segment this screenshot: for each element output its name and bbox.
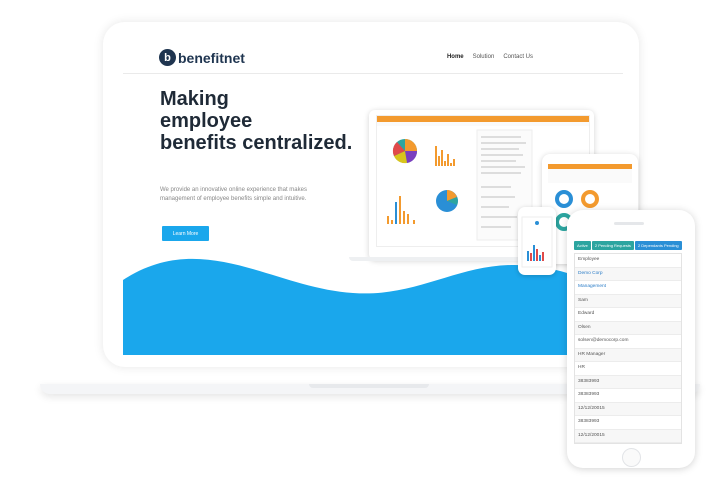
list-item: Sam (575, 294, 681, 308)
employee-detail-list: Employee Demo Corp Management Sam Edward… (574, 253, 682, 444)
list-item: Employee (575, 254, 681, 268)
list-item: Edward (575, 308, 681, 322)
hero-title-line: benefits centralized. (160, 132, 353, 154)
phone-tabs: Active 2 Pending Requests 2 Dependants P… (574, 241, 682, 250)
tab-active[interactable]: Active (574, 241, 591, 250)
list-item[interactable]: Demo Corp (575, 267, 681, 281)
main-nav: Home Solution Contact Us (447, 54, 533, 60)
hero-title-line: Making (160, 88, 229, 110)
list-item: solsen@democorp.com (575, 335, 681, 349)
hero-description: We provide an innovative online experien… (160, 187, 307, 202)
list-item: HR (575, 362, 681, 376)
list-item: 38383993 (575, 389, 681, 403)
nav-solution[interactable]: Solution (473, 54, 495, 60)
laptop-notch (309, 384, 429, 388)
phone-home-button[interactable] (622, 448, 641, 467)
brand-logo[interactable]: b benefitnet (159, 49, 245, 66)
list-item: Olsen (575, 321, 681, 335)
hero-title-line: employee (160, 110, 253, 132)
tab-dependants-pending[interactable]: 2 Dependants Pending (634, 241, 682, 250)
list-item: 12/12/20015 (575, 429, 681, 443)
brand-name: benefitnet (178, 49, 245, 66)
small-phone-device (518, 207, 556, 275)
learn-more-button[interactable]: Learn More (162, 226, 209, 241)
logo-mark-icon: b (159, 49, 176, 66)
list-item: HR Manager (575, 348, 681, 362)
list-item: 38383993 (575, 375, 681, 389)
hero-title: Making employee benefits centralized. (160, 88, 390, 154)
header-divider (123, 73, 623, 74)
phone-speaker (614, 222, 644, 225)
small-phone-chart-illustration (521, 216, 553, 268)
list-item: 12/12/20015 (575, 402, 681, 416)
tab-pending-requests[interactable]: 2 Pending Requests (591, 241, 634, 250)
list-item[interactable]: Management (575, 281, 681, 295)
nav-contact-us[interactable]: Contact Us (503, 54, 533, 60)
list-item: 38383993 (575, 416, 681, 430)
nav-home[interactable]: Home (447, 54, 464, 60)
phone-screen: Active 2 Pending Requests 2 Dependants P… (574, 241, 682, 444)
